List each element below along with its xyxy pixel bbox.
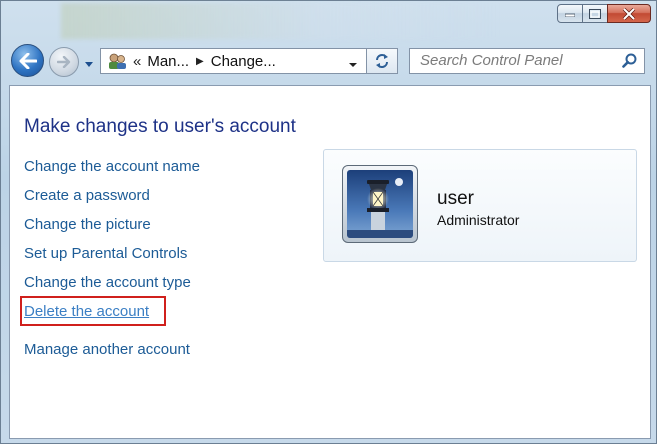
forward-button[interactable] bbox=[49, 47, 79, 77]
breadcrumb-separator-icon[interactable]: ▶ bbox=[196, 56, 204, 67]
account-role: Administrator bbox=[437, 212, 520, 228]
minimize-button[interactable] bbox=[557, 4, 583, 23]
title-bar-glass bbox=[61, 3, 501, 39]
breadcrumb-manage[interactable]: Man... bbox=[147, 53, 189, 70]
parental-controls-link[interactable]: Set up Parental Controls bbox=[24, 245, 200, 274]
back-button[interactable] bbox=[11, 44, 44, 77]
lighthouse-picture-icon bbox=[347, 170, 413, 238]
change-picture-link[interactable]: Change the picture bbox=[24, 216, 200, 245]
close-icon bbox=[622, 7, 636, 20]
create-password-link[interactable]: Create a password bbox=[24, 187, 200, 216]
chevron-down-icon bbox=[349, 63, 357, 67]
task-list: Change the account name Create a passwor… bbox=[24, 158, 200, 370]
breadcrumb-change[interactable]: Change... bbox=[211, 53, 276, 70]
maximize-button[interactable] bbox=[582, 4, 608, 23]
search-icon[interactable] bbox=[622, 53, 638, 74]
content-pane: Make changes to user's account Change th… bbox=[9, 85, 651, 439]
manage-another-account-link[interactable]: Manage another account bbox=[24, 341, 200, 370]
refresh-button[interactable] bbox=[366, 48, 398, 74]
avatar bbox=[342, 165, 418, 243]
users-icon bbox=[107, 52, 127, 70]
caption-buttons bbox=[557, 4, 651, 23]
minimize-icon bbox=[565, 13, 575, 17]
highlight-box bbox=[20, 296, 166, 326]
refresh-icon bbox=[376, 54, 388, 68]
arrow-right-icon bbox=[57, 56, 71, 68]
close-button[interactable] bbox=[607, 4, 651, 23]
search-input[interactable]: Search Control Panel bbox=[409, 48, 645, 74]
arrow-left-icon bbox=[19, 52, 37, 69]
maximize-icon bbox=[589, 8, 601, 19]
address-bar[interactable]: « Man... ▶ Change... bbox=[100, 48, 366, 74]
account-name: user bbox=[437, 188, 474, 209]
account-card: user Administrator bbox=[323, 149, 637, 262]
address-dropdown[interactable] bbox=[348, 56, 358, 73]
page-title: Make changes to user's account bbox=[24, 116, 296, 137]
change-account-name-link[interactable]: Change the account name bbox=[24, 158, 200, 187]
window-frame: « Man... ▶ Change... Search Control Pane… bbox=[0, 0, 657, 444]
address-overflow[interactable]: « bbox=[133, 53, 141, 70]
recent-pages-dropdown[interactable] bbox=[84, 56, 94, 74]
chevron-down-icon bbox=[85, 62, 93, 67]
